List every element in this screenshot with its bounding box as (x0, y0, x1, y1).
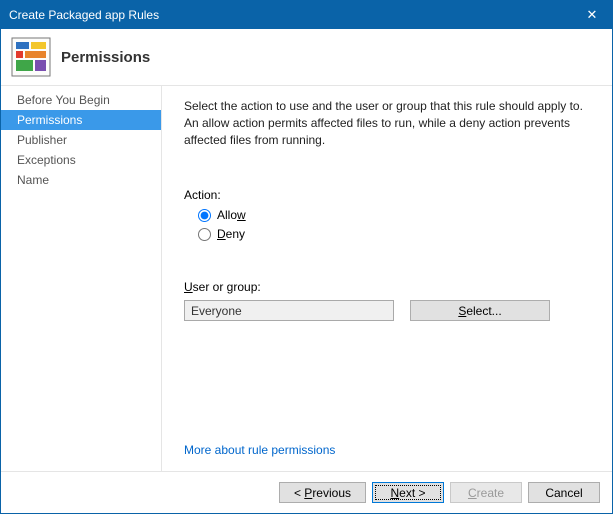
next-button[interactable]: Next > (372, 482, 444, 503)
more-link[interactable]: More about rule permissions (184, 443, 594, 457)
sidebar-item-label: Name (17, 173, 49, 187)
select-button[interactable]: Select... (410, 300, 550, 321)
radio-deny[interactable]: Deny (198, 227, 594, 241)
sidebar-item-permissions[interactable]: Permissions (1, 110, 161, 130)
radio-deny-label: Deny (217, 227, 245, 241)
previous-button[interactable]: < Previous (279, 482, 366, 503)
cancel-button[interactable]: Cancel (528, 482, 600, 503)
sidebar: Before You Begin Permissions Publisher E… (1, 86, 162, 471)
wizard-footer: < Previous Next > Create Cancel (1, 471, 612, 513)
sidebar-item-label: Before You Begin (17, 93, 110, 107)
sidebar-item-label: Permissions (17, 113, 82, 127)
wizard-window: Create Packaged app Rules ✕ Permissions … (0, 0, 613, 514)
radio-deny-input[interactable] (198, 228, 211, 241)
sidebar-item-label: Exceptions (17, 153, 76, 167)
action-radio-group: Allow Deny (198, 208, 594, 246)
close-button[interactable]: ✕ (572, 1, 612, 29)
wizard-header: Permissions (1, 29, 612, 86)
sidebar-item-label: Publisher (17, 133, 67, 147)
close-icon: ✕ (587, 7, 598, 23)
radio-allow-label: Allow (217, 208, 246, 222)
radio-allow[interactable]: Allow (198, 208, 594, 222)
window-title: Create Packaged app Rules (9, 8, 159, 22)
sidebar-item-name[interactable]: Name (1, 170, 161, 190)
content-pane: Select the action to use and the user or… (162, 86, 612, 471)
titlebar: Create Packaged app Rules ✕ (1, 1, 612, 29)
action-label: Action: (184, 188, 594, 202)
sidebar-item-before-you-begin[interactable]: Before You Begin (1, 90, 161, 110)
page-title: Permissions (61, 49, 150, 66)
user-group-row: Select... (184, 300, 594, 321)
page-description: Select the action to use and the user or… (184, 98, 594, 148)
wizard-body: Before You Begin Permissions Publisher E… (1, 86, 612, 471)
sidebar-item-publisher[interactable]: Publisher (1, 130, 161, 150)
sidebar-item-exceptions[interactable]: Exceptions (1, 150, 161, 170)
wizard-header-icon (11, 37, 51, 77)
user-group-field[interactable] (184, 300, 394, 321)
user-group-label: User or group: (184, 280, 594, 294)
create-button: Create (450, 482, 522, 503)
radio-allow-input[interactable] (198, 209, 211, 222)
